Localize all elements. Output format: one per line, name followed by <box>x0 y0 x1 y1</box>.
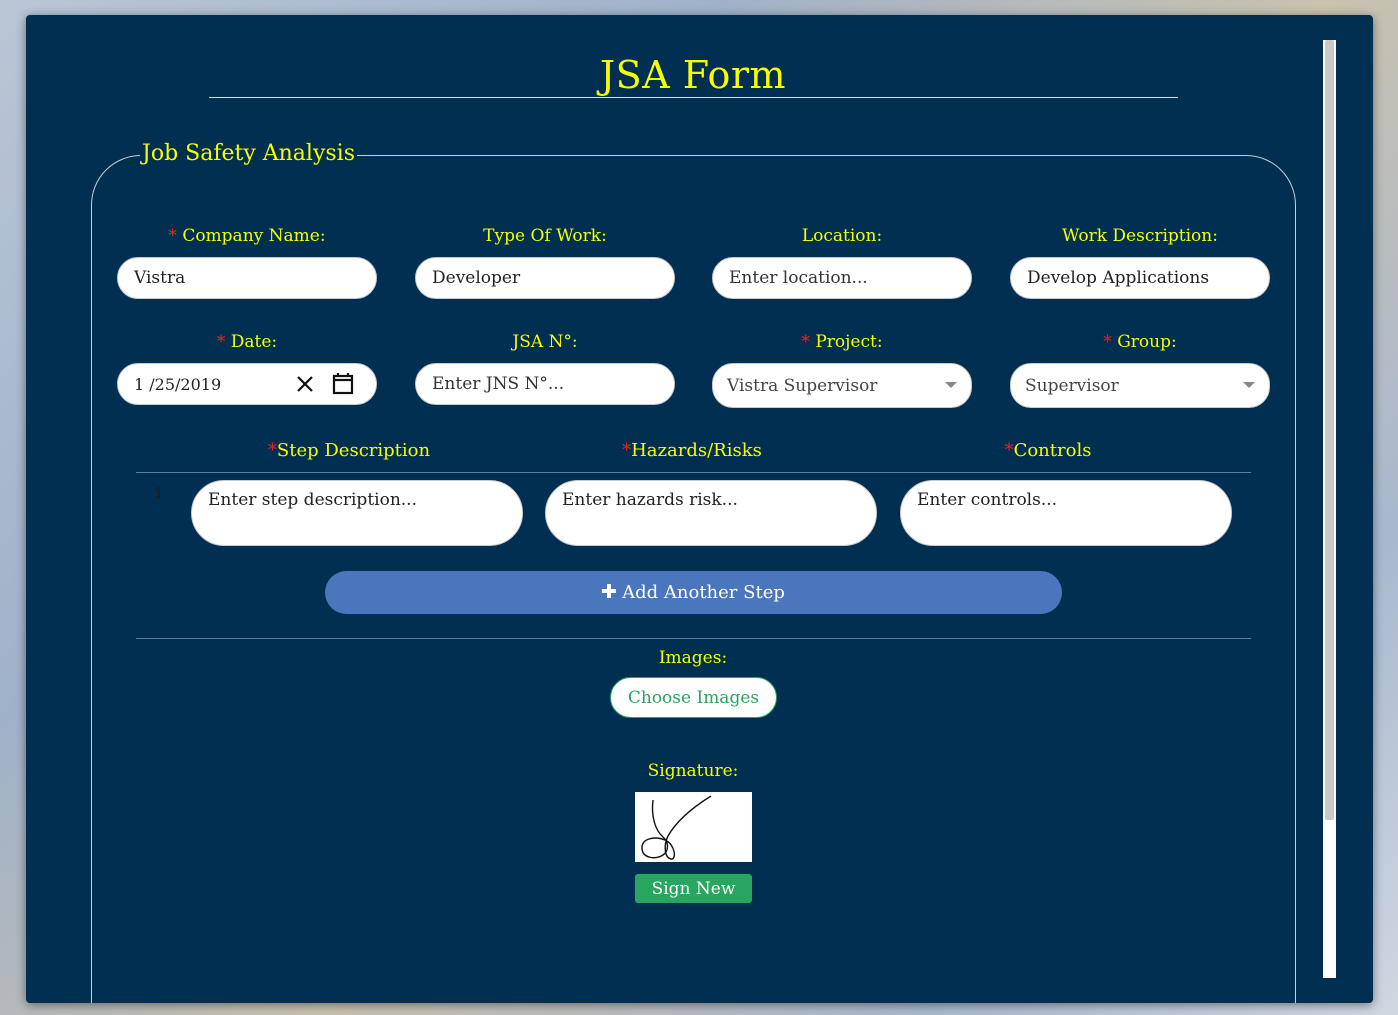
plus-icon <box>602 582 617 603</box>
date-input[interactable]: 1 / 25 / 2019 <box>117 363 377 405</box>
project-label: * Project: <box>801 332 883 352</box>
page-title: JSA Form <box>599 53 787 97</box>
sign-new-button[interactable]: Sign New <box>635 874 752 903</box>
signature-drawing <box>641 795 712 860</box>
jsa-no-label: JSA N°: <box>512 332 578 352</box>
required-marker: * <box>168 226 183 246</box>
controls-header: *Controls <box>1004 440 1092 461</box>
steps-footer-divider <box>136 638 1251 639</box>
jsa-no-input[interactable]: Enter JNS N°... <box>415 363 675 405</box>
type-of-work-input[interactable]: Developer <box>415 257 675 299</box>
clear-date-icon[interactable] <box>293 372 317 400</box>
project-select[interactable]: Vistra Supervisor <box>712 363 972 408</box>
hazards-risks-header: *Hazards/Risks <box>622 440 762 461</box>
company-name-label: * Company Name: <box>168 226 326 246</box>
group-label: * Group: <box>1103 332 1177 352</box>
controls-textarea[interactable]: Enter controls... <box>900 480 1232 546</box>
section-legend: Job Safety Analysis <box>140 141 358 166</box>
date-day[interactable]: 25 <box>155 375 175 394</box>
chevron-down-icon <box>945 382 957 388</box>
date-year[interactable]: 2019 <box>180 375 221 394</box>
type-of-work-label: Type Of Work: <box>483 226 607 246</box>
date-separator: / <box>144 374 155 394</box>
step-description-header: *Step Description <box>267 440 431 461</box>
work-description-input[interactable]: Develop Applications <box>1010 257 1270 299</box>
hazards-risks-textarea[interactable]: Enter hazards risk... <box>545 480 877 546</box>
date-label: * Date: <box>216 332 278 352</box>
scrollbar-thumb[interactable] <box>1325 40 1334 820</box>
company-name-input[interactable]: Vistra <box>117 257 377 299</box>
required-marker: * <box>1103 332 1118 352</box>
title-underline <box>209 97 1178 98</box>
jsa-form-panel: JSA Form Job Safety Analysis * Company N… <box>26 15 1373 1003</box>
required-marker: * <box>1004 440 1014 461</box>
location-input[interactable]: Enter location... <box>712 257 972 299</box>
signature-label: Signature: <box>647 761 739 781</box>
calendar-icon[interactable] <box>331 372 355 400</box>
step-description-textarea[interactable]: Enter step description... <box>191 480 523 546</box>
date-month[interactable]: 1 <box>134 375 144 394</box>
work-description-label: Work Description: <box>1062 226 1218 246</box>
required-marker: * <box>216 332 231 352</box>
required-marker: * <box>267 440 277 461</box>
images-label: Images: <box>658 648 728 668</box>
location-label: Location: <box>801 226 883 246</box>
steps-header-divider <box>136 472 1251 473</box>
required-marker: * <box>622 440 632 461</box>
group-select[interactable]: Supervisor <box>1010 363 1270 408</box>
required-marker: * <box>801 332 816 352</box>
step-number: 1 <box>154 484 164 502</box>
add-another-step-button[interactable]: Add Another Step <box>325 571 1062 614</box>
signature-pad[interactable] <box>635 792 752 862</box>
chevron-down-icon <box>1243 382 1255 388</box>
choose-images-button[interactable]: Choose Images <box>610 677 777 718</box>
